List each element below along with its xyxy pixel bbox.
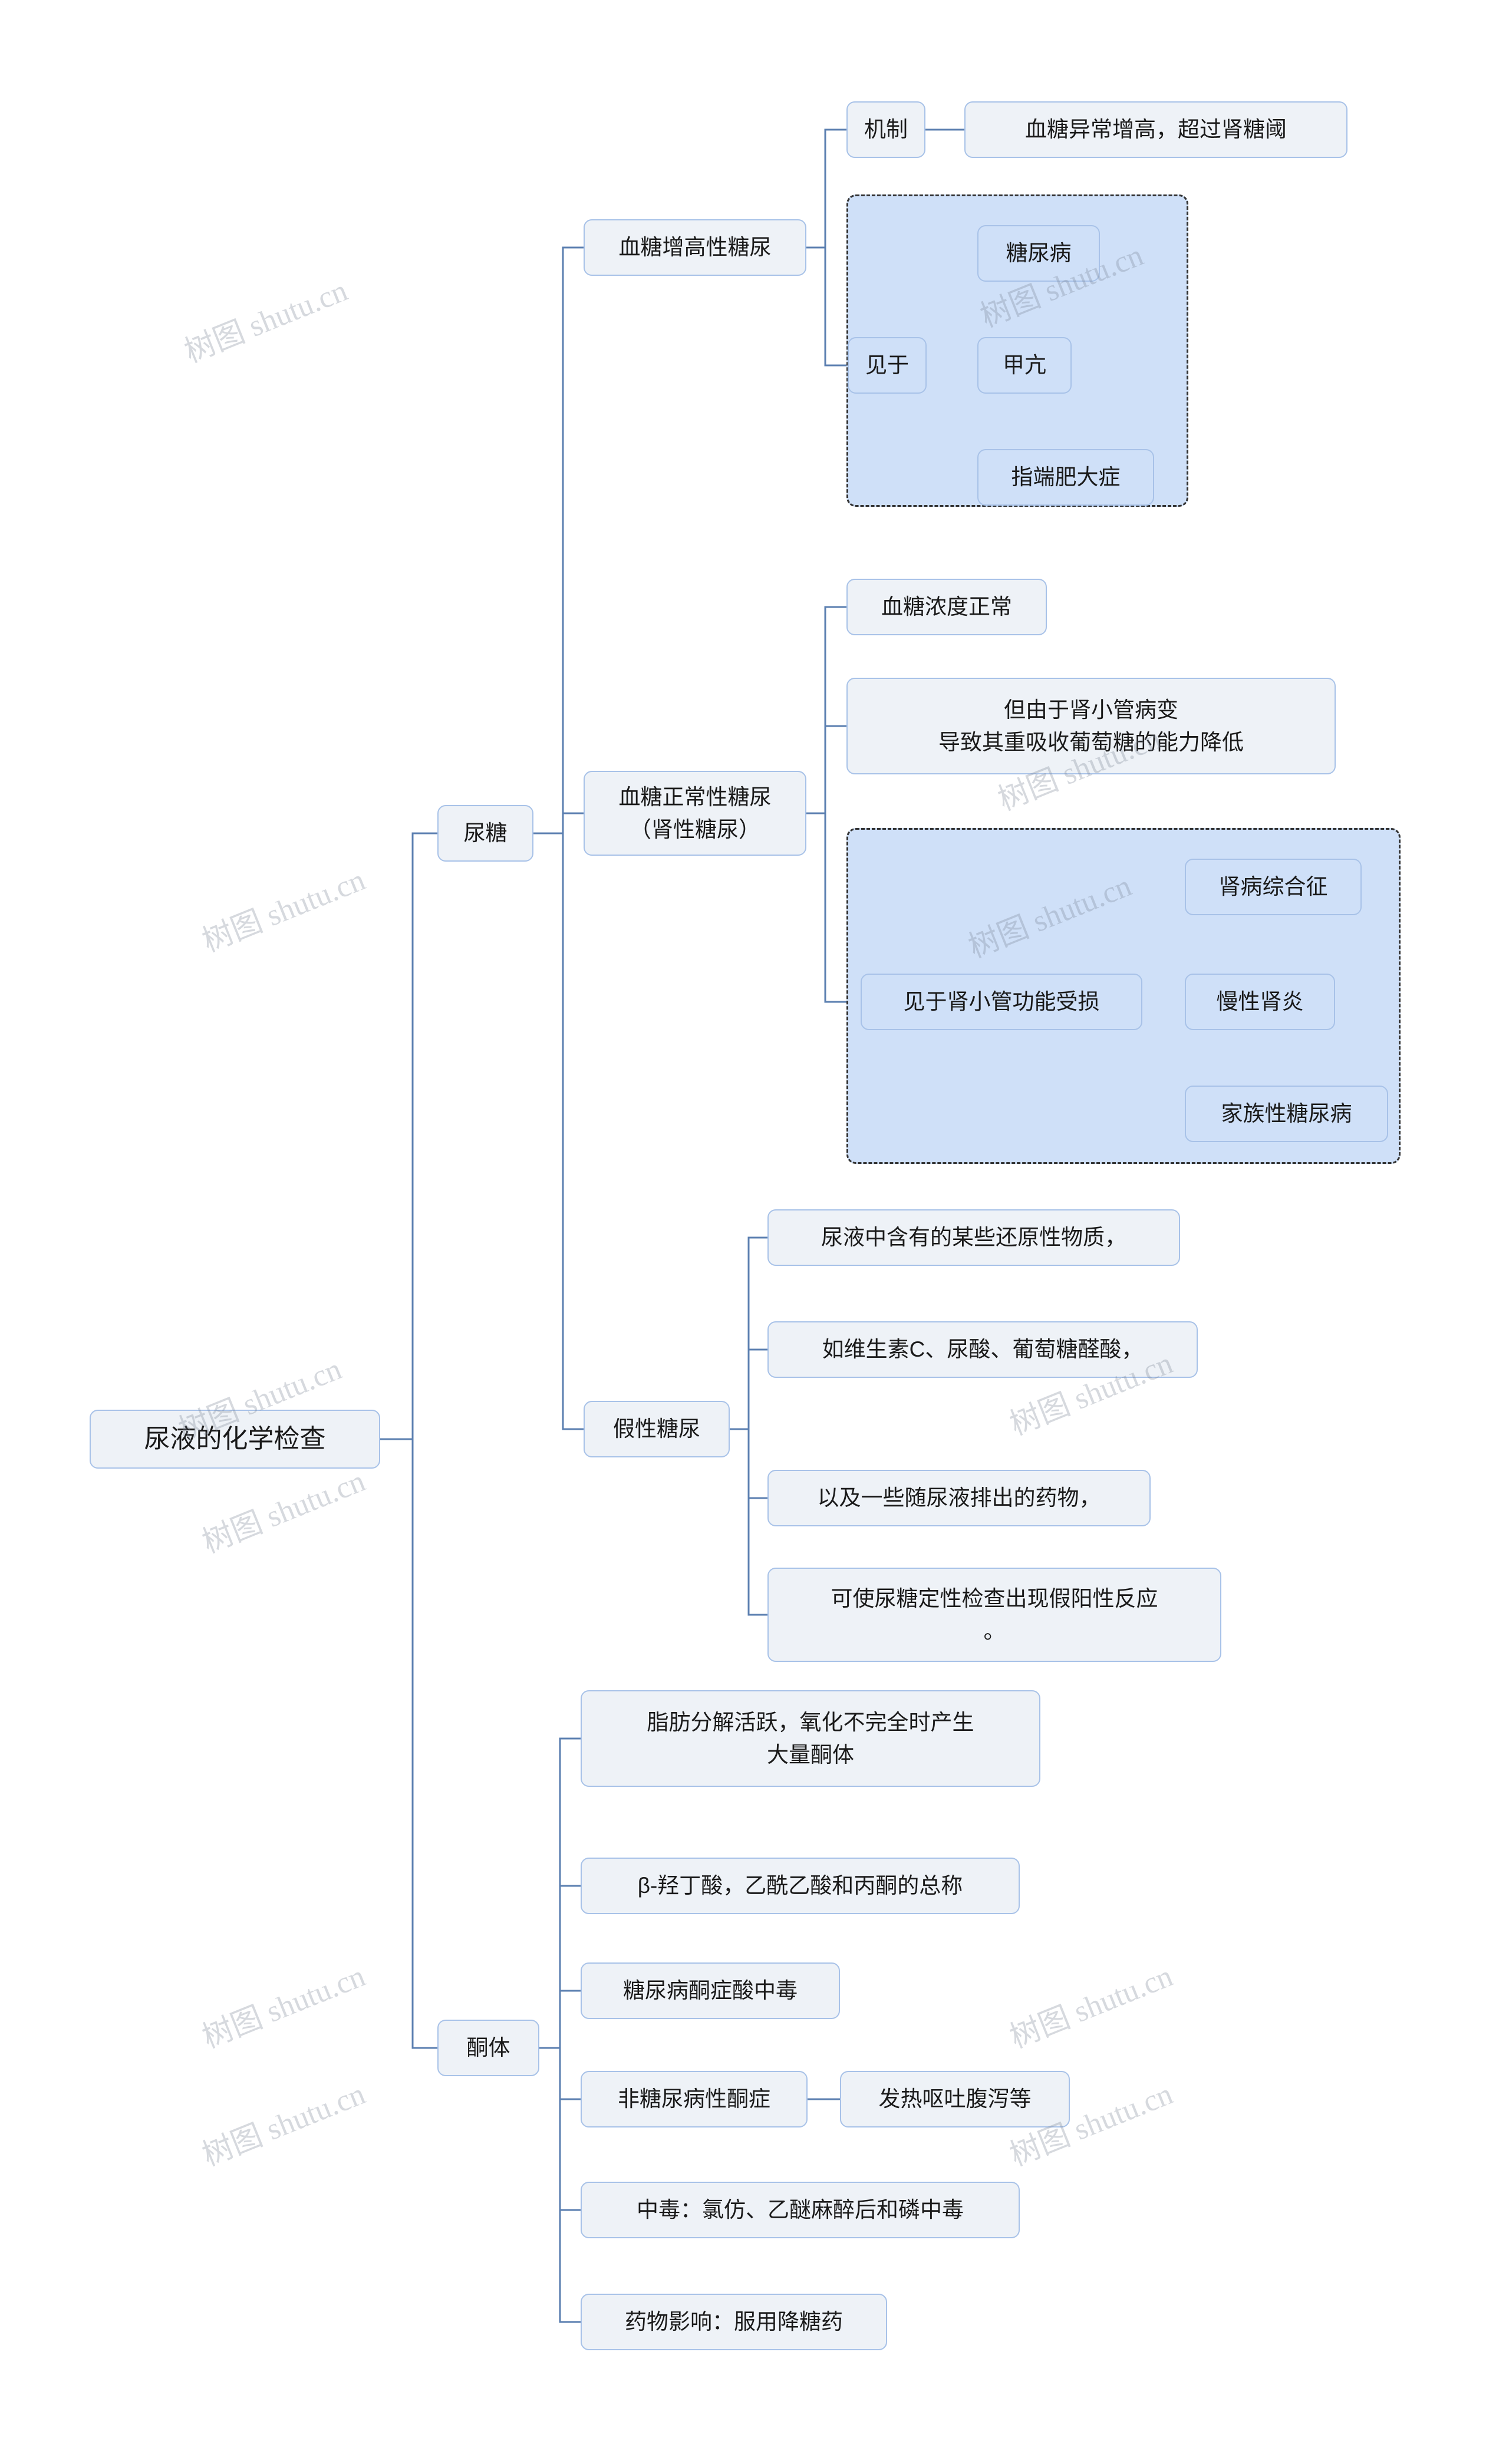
- node-hyperthyroidism[interactable]: 甲亢: [977, 337, 1072, 394]
- node-false-glycosuria-4[interactable]: 可使尿糖定性检查出现假阳性反应 。: [767, 1568, 1221, 1662]
- node-ketone-3[interactable]: 糖尿病酮症酸中毒: [581, 1962, 840, 2019]
- node-normoglycemic-glycosuria[interactable]: 血糖正常性糖尿 （肾性糖尿）: [584, 771, 806, 856]
- node-root[interactable]: 尿液的化学检查: [90, 1410, 380, 1469]
- node-ketone-4-detail[interactable]: 发热呕吐腹泻等: [840, 2071, 1070, 2127]
- mindmap-canvas: 尿液的化学检查 尿糖 酮体 血糖增高性糖尿 机制 血糖异常增高，超过肾糖阈 见于…: [0, 0, 1509, 2464]
- node-tubular-lesion-text[interactable]: 但由于肾小管病变 导致其重吸收葡萄糖的能力降低: [846, 678, 1336, 774]
- watermark: 树图 shutu.cn: [1005, 1959, 1178, 2055]
- node-urine-glucose[interactable]: 尿糖: [437, 805, 533, 862]
- node-chronic-nephritis[interactable]: 慢性肾炎: [1185, 974, 1335, 1030]
- node-seen-in-label[interactable]: 见于: [848, 337, 927, 394]
- watermark: 树图 shutu.cn: [197, 1959, 370, 2055]
- node-hyperglycemic-glycosuria[interactable]: 血糖增高性糖尿: [584, 219, 806, 276]
- node-false-glycosuria-1[interactable]: 尿液中含有的某些还原性物质，: [767, 1209, 1180, 1266]
- node-familial-diabetes[interactable]: 家族性糖尿病: [1185, 1086, 1388, 1142]
- node-mechanism-text[interactable]: 血糖异常增高，超过肾糖阈: [964, 101, 1347, 158]
- node-ketone-5[interactable]: 中毒：氯仿、乙醚麻醉后和磷中毒: [581, 2182, 1020, 2238]
- node-mechanism-label[interactable]: 机制: [846, 101, 925, 158]
- node-ketone-2[interactable]: β-羟丁酸，乙酰乙酸和丙酮的总称: [581, 1858, 1020, 1914]
- watermark: 树图 shutu.cn: [197, 1464, 370, 1560]
- node-normal-blood-glucose[interactable]: 血糖浓度正常: [846, 579, 1047, 635]
- node-false-glycosuria-3[interactable]: 以及一些随尿液排出的药物，: [767, 1470, 1151, 1526]
- node-ketone-6[interactable]: 药物影响：服用降糖药: [581, 2294, 887, 2350]
- node-false-glycosuria[interactable]: 假性糖尿: [584, 1401, 730, 1457]
- node-false-glycosuria-2[interactable]: 如维生素C、尿酸、葡萄糖醛酸，: [767, 1321, 1198, 1378]
- node-tubular-dysfunction-label[interactable]: 见于肾小管功能受损: [861, 974, 1142, 1030]
- node-ketone-bodies[interactable]: 酮体: [437, 2020, 539, 2076]
- watermark: 树图 shutu.cn: [180, 273, 352, 370]
- node-acromegaly[interactable]: 指端肥大症: [977, 449, 1154, 506]
- watermark: 树图 shutu.cn: [197, 863, 370, 959]
- node-ketone-1[interactable]: 脂肪分解活跃，氧化不完全时产生 大量酮体: [581, 1690, 1040, 1787]
- node-nephrotic-syndrome[interactable]: 肾病综合征: [1185, 859, 1362, 915]
- node-ketone-4[interactable]: 非糖尿病性酮症: [581, 2071, 808, 2127]
- node-diabetes[interactable]: 糖尿病: [977, 225, 1100, 282]
- watermark: 树图 shutu.cn: [197, 2077, 370, 2173]
